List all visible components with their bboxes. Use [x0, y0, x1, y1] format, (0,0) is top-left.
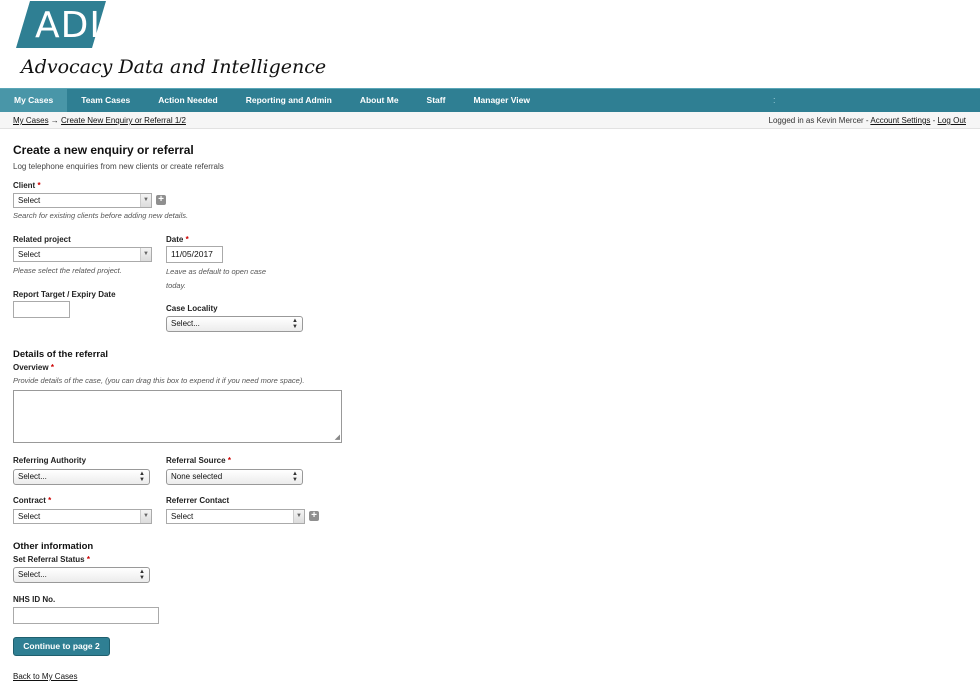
tagline: Advocacy Data and Intelligence [21, 56, 327, 78]
updown-arrow-icon: ▲ ▼ [292, 318, 298, 330]
chevron-down-icon: ▼ [140, 248, 151, 261]
account-settings-link[interactable]: Account Settings [870, 116, 930, 125]
referral-status-label: Set Referral Status * [13, 555, 90, 564]
nav-my-cases[interactable]: My Cases [0, 89, 68, 112]
referring-authority-label: Referring Authority [13, 456, 87, 465]
logout-link[interactable]: Log Out [938, 116, 966, 125]
page-subtitle: Log telephone enquiries from new clients… [13, 162, 224, 171]
updown-arrow-icon: ▲ ▼ [139, 569, 145, 581]
page-title: Create a new enquiry or referral [13, 143, 194, 157]
logo-text: ADI [35, 5, 101, 46]
overview-label: Overview * [13, 363, 54, 372]
related-project-select[interactable]: Select ▼ [13, 247, 152, 262]
sub-bar: My Cases → Create New Enquiry or Referra… [0, 112, 980, 129]
resize-grip-icon[interactable]: ◢ [335, 434, 340, 441]
nhs-id-label: NHS ID No. [13, 595, 56, 604]
nav-manager-view[interactable]: Manager View [459, 89, 544, 112]
client-select[interactable]: Select ▼ [13, 193, 152, 208]
nav-reporting-admin[interactable]: Reporting and Admin [232, 89, 346, 112]
chevron-down-icon: ▼ [140, 510, 151, 523]
overview-help: Provide details of the case, (you can dr… [13, 376, 305, 385]
logo: ADI [16, 1, 106, 48]
chevron-down-icon: ▼ [140, 194, 151, 207]
date-input[interactable]: 11/05/2017 [166, 246, 223, 263]
nav-about-me[interactable]: About Me [346, 89, 413, 112]
breadcrumb: My Cases → Create New Enquiry or Referra… [13, 116, 186, 125]
referring-authority-select[interactable]: Select... ▲ ▼ [13, 469, 150, 485]
nav-team-cases[interactable]: Team Cases [67, 89, 144, 112]
date-help: Leave as default to open case today. [166, 267, 267, 290]
referral-source-select[interactable]: None selected ▲ ▼ [166, 469, 303, 485]
client-help: Search for existing clients before addin… [13, 211, 189, 220]
related-project-help: Please select the related project. [13, 266, 122, 275]
logged-in-text: Logged in as Kevin Mercer - [768, 116, 871, 125]
report-target-label: Report Target / Expiry Date [13, 290, 116, 299]
referral-source-label: Referral Source * [166, 456, 231, 465]
details-section-heading: Details of the referral [13, 349, 109, 360]
date-label: Date * [166, 235, 189, 244]
breadcrumb-arrow: → [50, 116, 59, 125]
other-section-heading: Other information [13, 541, 94, 552]
overview-textarea[interactable]: ◢ [13, 390, 342, 443]
referrer-contact-select[interactable]: Select ▼ [166, 509, 305, 524]
updown-arrow-icon: ▲ ▼ [292, 471, 298, 483]
add-referrer-contact-icon[interactable]: + [309, 511, 319, 521]
chevron-down-icon: ▼ [293, 510, 304, 523]
case-locality-label: Case Locality [166, 304, 218, 313]
contract-select[interactable]: Select ▼ [13, 509, 152, 524]
main-nav: My Cases Team Cases Action Needed Report… [0, 88, 980, 112]
breadcrumb-current[interactable]: Create New Enquiry or Referral 1/2 [61, 116, 186, 125]
add-client-icon[interactable]: + [156, 195, 166, 205]
back-to-my-cases-link[interactable]: Back to My Cases [13, 672, 77, 681]
nav-action-needed[interactable]: Action Needed [144, 89, 232, 112]
breadcrumb-my-cases[interactable]: My Cases [13, 116, 49, 125]
client-label: Client * [13, 181, 41, 190]
updown-arrow-icon: ▲ ▼ [139, 471, 145, 483]
nhs-id-input[interactable] [13, 607, 159, 624]
case-locality-select[interactable]: Select... ▲ ▼ [166, 316, 303, 332]
nav-separator: : [773, 95, 776, 105]
contract-label: Contract * [13, 496, 52, 505]
report-target-input[interactable] [13, 301, 70, 318]
related-project-label: Related project [13, 235, 71, 244]
user-dash: - [930, 116, 938, 125]
referrer-contact-label: Referrer Contact [166, 496, 230, 505]
user-bar: Logged in as Kevin Mercer - Account Sett… [769, 116, 966, 125]
referral-status-select[interactable]: Select... ▲ ▼ [13, 567, 150, 583]
continue-button[interactable]: Continue to page 2 [13, 637, 110, 656]
nav-staff[interactable]: Staff [413, 89, 460, 112]
